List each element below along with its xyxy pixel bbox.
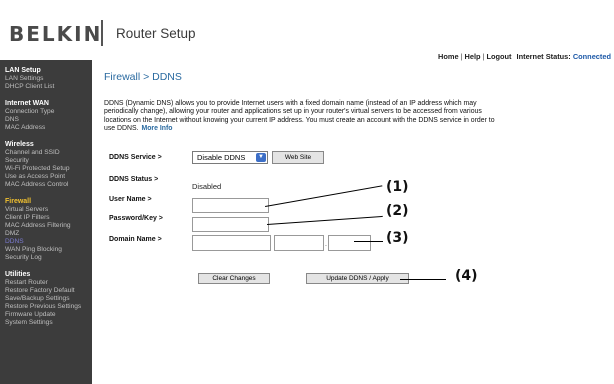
ddns-description: DDNS (Dynamic DNS) allows you to provide… [104,100,506,134]
app-title: Router Setup [116,26,196,41]
nav-section: LAN Setup LAN Settings DHCP Client List [0,66,92,91]
sidebar-item[interactable]: Firmware Update [0,311,92,319]
belkin-logo: BELKIN [9,22,103,46]
ddns-service-select[interactable]: Disable DDNS ▼ [192,151,268,164]
domain-name-input-2[interactable] [274,235,324,251]
nav-section: Utilities Restart Router Restore Factory D… [0,270,92,327]
sidebar-item[interactable]: DHCP Client List [0,83,92,91]
callout-line-3 [354,241,383,242]
sidebar-item[interactable]: System Settings [0,319,92,327]
nav-section-heading: Utilities [5,271,31,278]
sidebar-item[interactable]: Restore Factory Default [0,287,92,295]
password-input[interactable] [192,217,269,232]
ddns-status-value: Disabled [192,182,222,191]
page-title: Firewall > DDNS [104,71,182,83]
domain-name-input-1[interactable] [192,235,271,251]
password-label: Password/Key > [109,215,163,222]
sidebar-item[interactable]: MAC Address Control [0,181,92,189]
nav-section: Firewall Virtual Servers Client IP Filters… [0,197,92,262]
callout-label-1: (1) [386,179,409,195]
sidebar-item[interactable]: WAN Ping Blocking [0,246,92,254]
nav-section-heading: Wireless [5,141,34,148]
callout-label-3: (3) [386,230,409,246]
sidebar-item[interactable]: DDNS [0,238,92,246]
sidebar-item[interactable]: LAN Settings [0,75,92,83]
more-info-link[interactable]: More Info [141,125,172,132]
sidebar-item[interactable]: MAC Address [0,124,92,132]
sidebar: LAN Setup LAN Settings DHCP Client List Int… [0,60,92,384]
ddns-service-value: Disable DDNS [197,153,246,162]
sidebar-item[interactable]: DMZ [0,230,92,238]
sidebar-item[interactable]: DNS [0,116,92,124]
ddns-status-label: DDNS Status > [109,176,159,183]
sidebar-item[interactable]: Use as Access Point [0,173,92,181]
sidebar-item[interactable]: Wi-Fi Protected Setup [0,165,92,173]
clear-changes-button[interactable]: Clear Changes [198,273,270,284]
sidebar-item[interactable]: Restore Previous Settings [0,303,92,311]
user-name-label: User Name > [109,196,152,203]
main-content: Firewall > DDNS DDNS (Dynamic DNS) allow… [92,60,614,384]
callout-label-2: (2) [386,203,409,219]
update-ddns-apply-button[interactable]: Update DDNS / Apply [306,273,409,284]
logo-divider [101,20,103,46]
callout-label-4: (4) [455,268,478,284]
sidebar-item[interactable]: Security [0,157,92,165]
chevron-down-icon[interactable]: ▼ [256,153,266,162]
nav-section: Wireless Channel and SSID Security Wi-Fi Pr… [0,140,92,189]
domain-dot: . [325,241,327,248]
domain-name-input-3[interactable] [328,235,371,251]
nav-section: Internet WAN Connection Type DNS MAC Addres… [0,99,92,132]
callout-line-4 [400,279,446,280]
ddns-service-label: DDNS Service > [109,154,162,161]
sidebar-item[interactable]: Connection Type [0,108,92,116]
nav-section-heading: Firewall [5,198,32,205]
sidebar-item[interactable]: Channel and SSID [0,149,92,157]
web-site-button[interactable]: Web Site [272,151,324,164]
sidebar-item[interactable]: Security Log [0,254,92,262]
sidebar-item[interactable]: Client IP Filters [0,214,92,222]
sidebar-item[interactable]: Virtual Servers [0,206,92,214]
sidebar-item[interactable]: Save/Backup Settings [0,295,92,303]
user-name-input[interactable] [192,198,269,213]
sidebar-item[interactable]: Restart Router [0,279,92,287]
domain-name-label: Domain Name > [109,236,162,243]
nav-section-heading: LAN Setup [5,67,41,74]
header: BELKIN Router Setup Home | Help | Logout Int… [0,0,614,61]
sidebar-item[interactable]: MAC Address Filtering [0,222,92,230]
nav-section-heading: Internet WAN [5,100,49,107]
